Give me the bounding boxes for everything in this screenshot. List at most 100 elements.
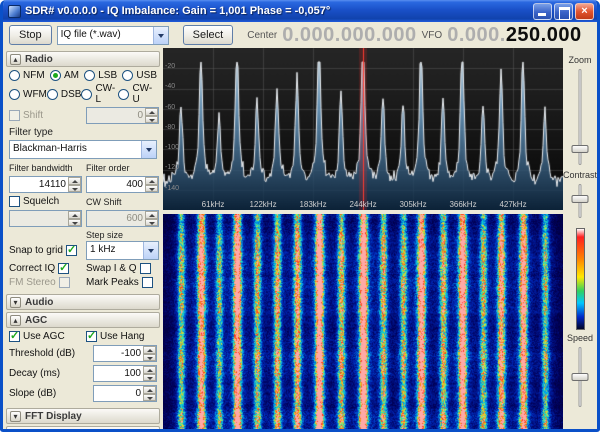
decay-stepper[interactable]	[93, 365, 157, 382]
slider-thumb[interactable]	[571, 195, 589, 204]
spinner-arrows[interactable]	[68, 211, 81, 226]
select-button[interactable]: Select	[182, 25, 234, 45]
vfo-frequency-display[interactable]: 0.000.250.000	[447, 24, 581, 47]
title-bar[interactable]: SDR# v0.0.0.0 - IQ Imbalance: Gain = 1,0…	[3, 0, 597, 22]
panel-header-radio[interactable]: ▴ Radio	[6, 51, 160, 67]
filter-order-stepper[interactable]	[86, 176, 159, 193]
spin-up-icon[interactable]	[145, 211, 158, 219]
spin-up-icon[interactable]	[143, 346, 156, 354]
spinner-arrows[interactable]	[143, 386, 156, 401]
spin-down-icon[interactable]	[145, 115, 158, 123]
zoom-label: Zoom	[568, 55, 592, 65]
vfo-label: VFO	[421, 29, 443, 41]
maximize-button[interactable]	[554, 2, 573, 20]
step-size-label: Step size	[86, 230, 124, 240]
panel-header-audio[interactable]: ▾ Audio	[6, 294, 160, 310]
freq-axis-label: 244kHz	[349, 200, 377, 209]
spinner-arrows[interactable]	[145, 211, 158, 226]
mode-usb-radio[interactable]: USB	[122, 70, 157, 81]
mark-peaks-checkbox[interactable]: Mark Peaks	[86, 277, 159, 288]
panel-header-fft-display[interactable]: ▾ FFT Display	[6, 408, 160, 424]
spin-down-icon[interactable]	[68, 218, 81, 226]
shift-checkbox[interactable]: Shift	[9, 110, 82, 121]
filter-order-value[interactable]	[87, 177, 145, 192]
speed-slider[interactable]	[569, 345, 591, 409]
spin-up-icon[interactable]	[143, 386, 156, 394]
shift-stepper[interactable]	[86, 107, 159, 124]
contrast-slider[interactable]	[569, 182, 591, 220]
panel-title-frequency-manager: Frequency Manager (Plugin)	[25, 429, 156, 430]
spin-up-icon[interactable]	[143, 366, 156, 374]
threshold-stepper[interactable]	[93, 345, 157, 362]
slope-stepper[interactable]	[93, 385, 157, 402]
app-window: SDR# v0.0.0.0 - IQ Imbalance: Gain = 1,0…	[0, 0, 600, 432]
spin-down-icon[interactable]	[143, 373, 156, 381]
filter-bandwidth-stepper[interactable]	[9, 176, 82, 193]
zoom-slider[interactable]	[569, 67, 591, 167]
chevron-down-icon	[143, 242, 158, 259]
use-hang-checkbox[interactable]: Use Hang	[86, 329, 159, 342]
panel-header-frequency-manager[interactable]: ▾ Frequency Manager (Plugin)	[6, 426, 160, 429]
decay-value[interactable]	[94, 366, 143, 381]
db-axis-label: -140	[165, 185, 180, 192]
spinner-arrows[interactable]	[145, 177, 158, 192]
mode-cwu-radio[interactable]: CW-U	[118, 83, 157, 105]
spin-down-icon[interactable]	[145, 218, 158, 226]
spectrum-canvas[interactable]	[163, 48, 563, 210]
step-size-value: 1 kHz	[90, 244, 116, 255]
fm-stereo-checkbox: FM Stereo	[9, 277, 82, 288]
threshold-value[interactable]	[94, 346, 143, 361]
radio-dot	[81, 88, 93, 100]
spectrum-analyzer[interactable]: -20 -40 -60 -80 -100 -120 -140 61kHz 122…	[163, 48, 563, 210]
radio-dot	[9, 70, 20, 81]
close-button[interactable]: ×	[575, 2, 594, 20]
slope-value[interactable]	[94, 386, 143, 401]
mode-cwl-radio[interactable]: CW-L	[81, 83, 118, 105]
spinner-arrows[interactable]	[143, 346, 156, 361]
collapse-icon[interactable]: ▴	[10, 53, 21, 65]
slider-thumb[interactable]	[571, 373, 589, 381]
expand-icon[interactable]: ▾	[10, 428, 21, 429]
snap-to-grid-checkbox[interactable]: Snap to grid	[9, 243, 82, 256]
spinner-arrows[interactable]	[143, 366, 156, 381]
source-select[interactable]: IQ file (*.wav)	[56, 25, 169, 45]
mode-lsb-radio[interactable]: LSB	[84, 70, 117, 81]
cw-shift-stepper[interactable]	[86, 210, 159, 227]
correct-iq-checkbox[interactable]: Correct IQ	[9, 261, 82, 274]
spin-up-icon[interactable]	[145, 177, 158, 185]
squelch-checkbox[interactable]: Squelch	[9, 196, 82, 207]
mode-wfm-radio[interactable]: WFM	[9, 88, 47, 100]
spin-down-icon[interactable]	[145, 184, 158, 192]
spin-up-icon[interactable]	[68, 211, 81, 219]
freq-axis-label: 122kHz	[249, 200, 277, 209]
waterfall-canvas[interactable]	[163, 214, 563, 429]
spinner-arrows[interactable]	[145, 108, 158, 123]
spin-down-icon[interactable]	[68, 184, 81, 192]
step-size-select[interactable]: 1 kHz	[86, 241, 159, 260]
slider-thumb[interactable]	[571, 145, 589, 153]
swap-iq-checkbox[interactable]: Swap I & Q	[86, 263, 159, 274]
collapse-icon[interactable]: ▴	[10, 314, 21, 326]
filter-bandwidth-value[interactable]	[10, 177, 68, 192]
mode-am-radio[interactable]: AM	[49, 70, 79, 81]
filter-type-select[interactable]: Blackman-Harris	[9, 140, 157, 159]
spin-up-icon[interactable]	[145, 108, 158, 116]
mode-nfm-radio[interactable]: NFM	[9, 70, 45, 81]
cw-shift-value	[87, 211, 145, 226]
waterfall-display[interactable]	[163, 214, 563, 429]
stop-button[interactable]: Stop	[9, 25, 52, 45]
use-agc-checkbox[interactable]: Use AGC	[9, 329, 82, 342]
minimize-button[interactable]	[533, 2, 552, 20]
expand-icon[interactable]: ▾	[10, 296, 21, 308]
spin-down-icon[interactable]	[143, 393, 156, 401]
spin-down-icon[interactable]	[143, 353, 156, 361]
spinner-arrows[interactable]	[68, 177, 81, 192]
center-label: Center	[247, 29, 278, 41]
panel-header-agc[interactable]: ▴ AGC	[6, 312, 160, 328]
spin-up-icon[interactable]	[68, 177, 81, 185]
center-frequency-display[interactable]: 0.000.000.000	[282, 24, 416, 47]
mode-dsb-radio[interactable]: DSB	[46, 88, 81, 100]
expand-icon[interactable]: ▾	[10, 410, 21, 422]
db-axis-label: -80	[165, 124, 176, 131]
squelch-stepper[interactable]	[9, 210, 82, 227]
